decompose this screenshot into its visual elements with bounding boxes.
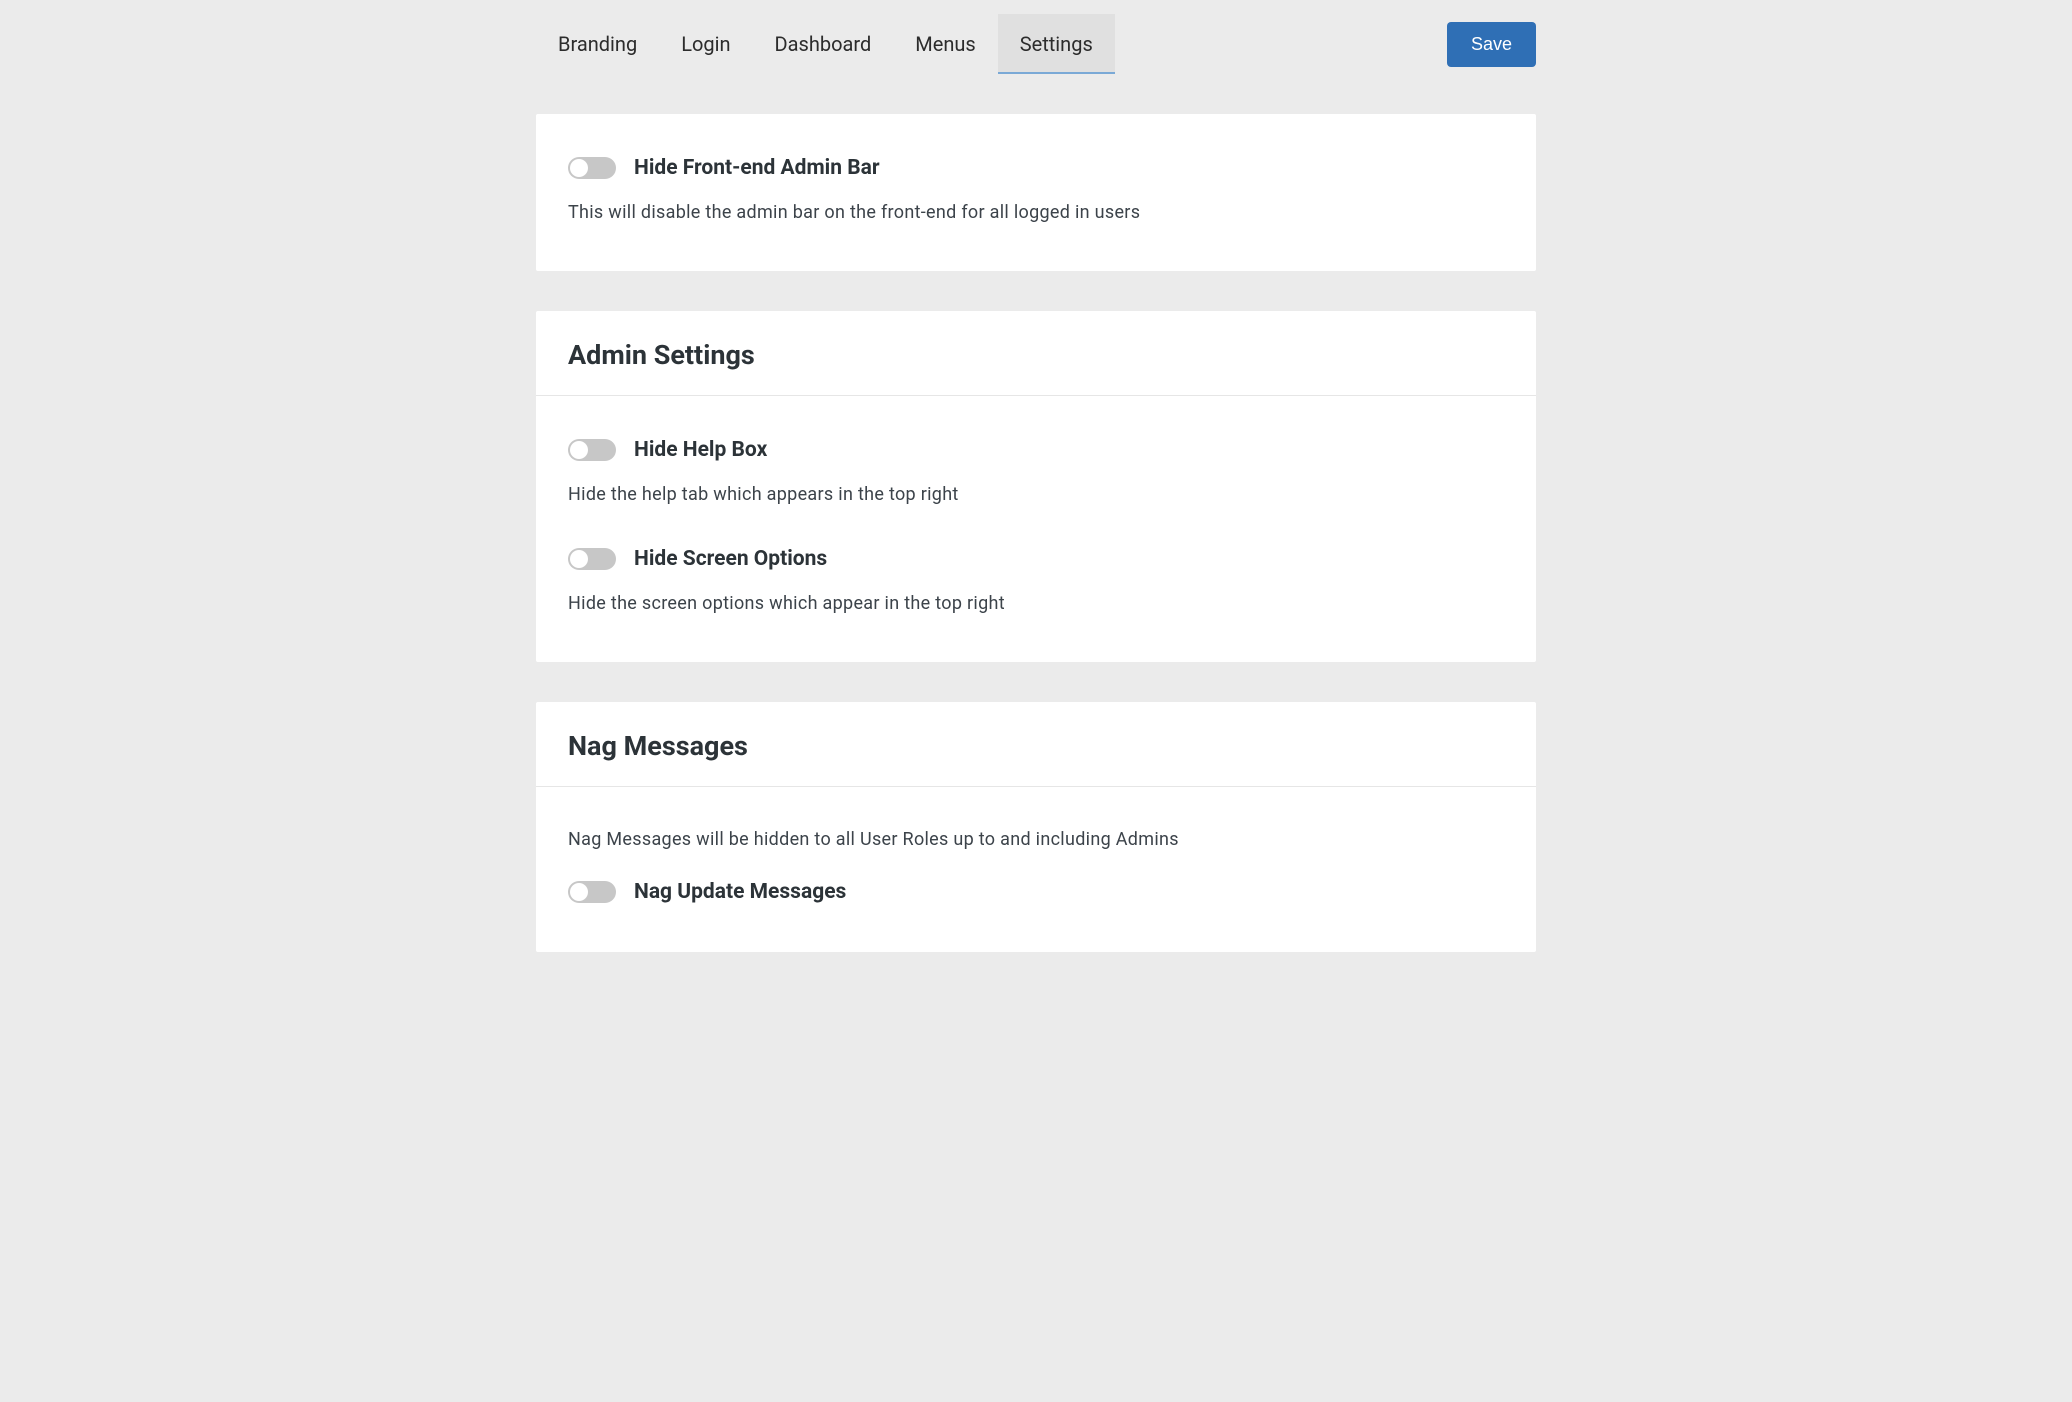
toggle-hide-help-box[interactable] — [568, 439, 616, 461]
panel-nag-messages: Nag Messages Nag Messages will be hidden… — [536, 702, 1536, 952]
panel-heading: Admin Settings — [568, 339, 1504, 371]
toggle-nag-update-messages[interactable] — [568, 881, 616, 903]
option-title: Hide Front-end Admin Bar — [634, 156, 880, 180]
option-title: Hide Help Box — [634, 438, 767, 462]
option-description: Hide the screen options which appear in … — [568, 593, 1504, 614]
save-button[interactable]: Save — [1447, 22, 1536, 67]
option-description: This will disable the admin bar on the f… — [568, 202, 1504, 223]
toggle-hide-admin-bar[interactable] — [568, 157, 616, 179]
panel-admin-settings: Admin Settings Hide Help Box Hide the he… — [536, 311, 1536, 662]
tab-menus[interactable]: Menus — [893, 14, 997, 74]
option-hide-help-box: Hide Help Box Hide the help tab which ap… — [568, 438, 1504, 505]
tab-settings[interactable]: Settings — [998, 14, 1115, 74]
panel-heading: Nag Messages — [568, 730, 1504, 762]
tab-dashboard[interactable]: Dashboard — [753, 14, 894, 74]
toggle-knob — [570, 883, 588, 901]
tab-bar: Branding Login Dashboard Menus Settings — [536, 14, 1115, 74]
option-title: Hide Screen Options — [634, 547, 827, 571]
toggle-knob — [570, 441, 588, 459]
option-title: Nag Update Messages — [634, 880, 846, 904]
panel-admin-bar: Hide Front-end Admin Bar This will disab… — [536, 114, 1536, 271]
toggle-knob — [570, 550, 588, 568]
toggle-hide-screen-options[interactable] — [568, 548, 616, 570]
option-hide-admin-bar: Hide Front-end Admin Bar This will disab… — [568, 156, 1504, 223]
option-description: Hide the help tab which appears in the t… — [568, 484, 1504, 505]
tab-branding[interactable]: Branding — [536, 14, 659, 74]
panel-lead-description: Nag Messages will be hidden to all User … — [568, 829, 1504, 850]
option-hide-screen-options: Hide Screen Options Hide the screen opti… — [568, 547, 1504, 614]
option-nag-update-messages: Nag Update Messages — [568, 880, 1504, 904]
tab-login[interactable]: Login — [659, 14, 752, 74]
toggle-knob — [570, 159, 588, 177]
